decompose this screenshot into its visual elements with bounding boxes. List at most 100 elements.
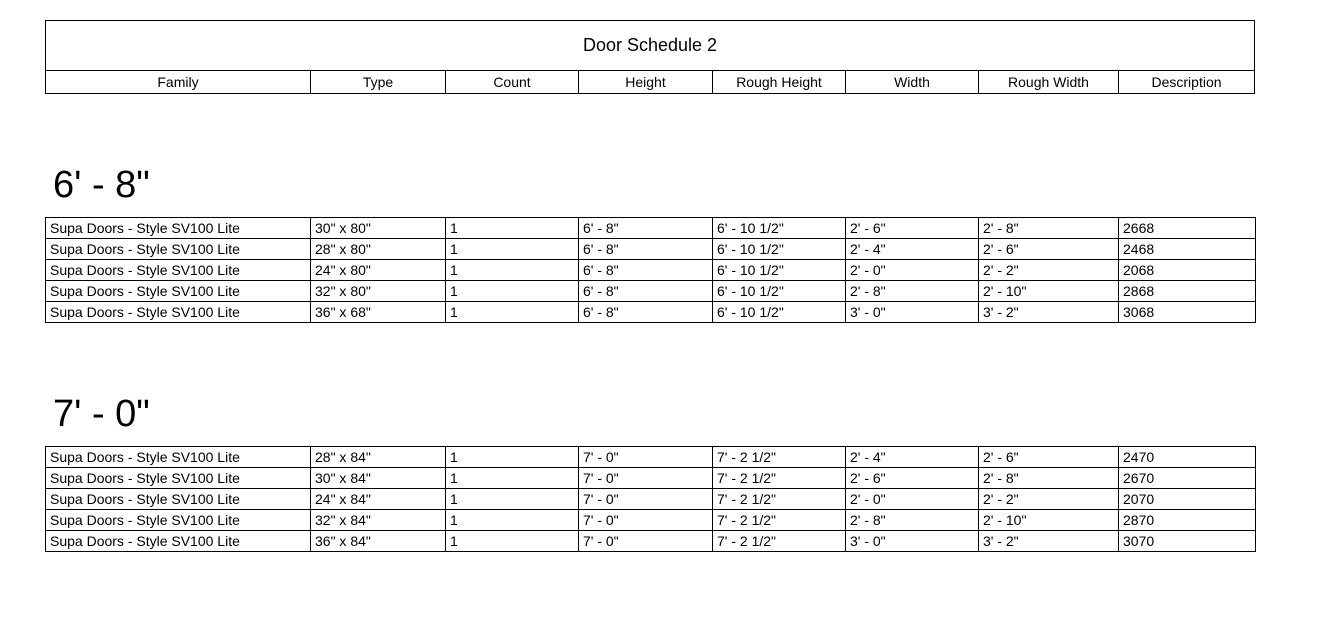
table-cell: 1 <box>446 531 579 552</box>
group-heading: 7' - 0" <box>45 393 1286 436</box>
table-cell: 28" x 80" <box>311 239 446 260</box>
table-cell: 2' - 8" <box>979 468 1119 489</box>
table-cell: 6' - 8" <box>579 239 713 260</box>
table-cell: 7' - 0" <box>579 489 713 510</box>
table-cell: 7' - 2 1/2" <box>713 447 846 468</box>
table-cell: 28" x 84" <box>311 447 446 468</box>
table-cell: 2470 <box>1119 447 1256 468</box>
table-cell: 7' - 0" <box>579 447 713 468</box>
table-row: Supa Doors - Style SV100 Lite36" x 84"1 7… <box>46 531 1256 552</box>
col-header-family: Family <box>46 71 311 93</box>
table-cell: Supa Doors - Style SV100 Lite <box>46 489 311 510</box>
table-cell: 7' - 2 1/2" <box>713 489 846 510</box>
data-table: Supa Doors - Style SV100 Lite30" x 80"16… <box>45 217 1256 323</box>
table-cell: 1 <box>446 218 579 239</box>
table-cell: Supa Doors - Style SV100 Lite <box>46 447 311 468</box>
table-cell: 7' - 0" <box>579 510 713 531</box>
table-cell: 6' - 8" <box>579 302 713 323</box>
table-cell: 2' - 6" <box>979 447 1119 468</box>
group-heading: 6' - 8" <box>45 164 1286 207</box>
table-cell: 2' - 8" <box>846 510 979 531</box>
table-row: Supa Doors - Style SV100 Lite30" x 84"17… <box>46 468 1256 489</box>
table-cell: 1 <box>446 281 579 302</box>
table-cell: 7' - 2 1/2" <box>713 468 846 489</box>
table-cell: 3' - 2" <box>979 531 1119 552</box>
table-cell: 1 <box>446 489 579 510</box>
table-cell: 6' - 8" <box>579 260 713 281</box>
table-cell: 2' - 0" <box>846 260 979 281</box>
table-cell: 2' - 10" <box>979 281 1119 302</box>
table-cell: 32" x 84" <box>311 510 446 531</box>
column-headers: Family Type Count Height Rough Height Wi… <box>46 71 1254 93</box>
col-header-count: Count <box>446 71 579 93</box>
data-table: Supa Doors - Style SV100 Lite28" x 84"17… <box>45 446 1256 552</box>
table-cell: 7' - 0" <box>579 468 713 489</box>
table-row: Supa Doors - Style SV100 Lite28" x 84"17… <box>46 447 1256 468</box>
table-cell: 6' - 10 1/2" <box>713 281 846 302</box>
table-cell: Supa Doors - Style SV100 Lite <box>46 281 311 302</box>
table-cell: 2' - 6" <box>846 218 979 239</box>
col-header-width: Width <box>846 71 979 93</box>
table-row: Supa Doors - Style SV100 Lite28" x 80"16… <box>46 239 1256 260</box>
schedule-group: 7' - 0"Supa Doors - Style SV100 Lite28" … <box>45 393 1286 552</box>
table-cell: 2' - 6" <box>846 468 979 489</box>
table-cell: 3' - 2" <box>979 302 1119 323</box>
table-cell: 1 <box>446 510 579 531</box>
schedule-body: 6' - 8"Supa Doors - Style SV100 Lite30" … <box>45 164 1286 552</box>
table-cell: 2' - 2" <box>979 260 1119 281</box>
schedule-header: Door Schedule 2 Family Type Count Height… <box>45 20 1255 94</box>
table-cell: 1 <box>446 302 579 323</box>
table-cell: 6' - 10 1/2" <box>713 302 846 323</box>
table-cell: 2668 <box>1119 218 1256 239</box>
table-cell: 7' - 2 1/2" <box>713 531 846 552</box>
table-cell: 2868 <box>1119 281 1256 302</box>
table-cell: 6' - 10 1/2" <box>713 239 846 260</box>
table-cell: 6' - 8" <box>579 218 713 239</box>
table-row: Supa Doors - Style SV100 Lite30" x 80"16… <box>46 218 1256 239</box>
table-cell: 30" x 80" <box>311 218 446 239</box>
table-cell: Supa Doors - Style SV100 Lite <box>46 218 311 239</box>
table-cell: Supa Doors - Style SV100 Lite <box>46 239 311 260</box>
table-cell: 2870 <box>1119 510 1256 531</box>
table-cell: 2670 <box>1119 468 1256 489</box>
table-cell: Supa Doors - Style SV100 Lite <box>46 510 311 531</box>
table-cell: 2' - 8" <box>979 218 1119 239</box>
table-cell: 36" x 68" <box>311 302 446 323</box>
table-cell: 1 <box>446 239 579 260</box>
table-cell: 2070 <box>1119 489 1256 510</box>
table-cell: 2' - 6" <box>979 239 1119 260</box>
table-cell: 1 <box>446 260 579 281</box>
col-header-rough-height: Rough Height <box>713 71 846 93</box>
schedule-title: Door Schedule 2 <box>46 21 1254 71</box>
col-header-height: Height <box>579 71 713 93</box>
table-cell: Supa Doors - Style SV100 Lite <box>46 260 311 281</box>
table-cell: 3' - 0" <box>846 302 979 323</box>
table-cell: 2' - 4" <box>846 447 979 468</box>
table-cell: 3' - 0" <box>846 531 979 552</box>
table-row: Supa Doors - Style SV100 Lite24" x 84"17… <box>46 489 1256 510</box>
table-row: Supa Doors - Style SV100 Lite32" x 80"16… <box>46 281 1256 302</box>
table-row: Supa Doors - Style SV100 Lite36" x 68"16… <box>46 302 1256 323</box>
table-cell: Supa Doors - Style SV100 Lite <box>46 531 311 552</box>
col-header-rough-width: Rough Width <box>979 71 1119 93</box>
table-cell: 2' - 0" <box>846 489 979 510</box>
table-cell: 6' - 8" <box>579 281 713 302</box>
col-header-type: Type <box>311 71 446 93</box>
table-cell: 2468 <box>1119 239 1256 260</box>
table-cell: 2' - 4" <box>846 239 979 260</box>
table-cell: 3070 <box>1119 531 1256 552</box>
table-cell: 1 <box>446 468 579 489</box>
table-cell: 32" x 80" <box>311 281 446 302</box>
table-cell: 3068 <box>1119 302 1256 323</box>
table-cell: 2' - 10" <box>979 510 1119 531</box>
table-cell: 2068 <box>1119 260 1256 281</box>
table-cell: 2' - 2" <box>979 489 1119 510</box>
col-header-description: Description <box>1119 71 1254 93</box>
table-row: Supa Doors - Style SV100 Lite32" x 84"17… <box>46 510 1256 531</box>
table-cell: 2' - 8" <box>846 281 979 302</box>
table-cell: 24" x 80" <box>311 260 446 281</box>
table-cell: 7' - 2 1/2" <box>713 510 846 531</box>
table-cell: 6' - 10 1/2" <box>713 218 846 239</box>
table-cell: Supa Doors - Style SV100 Lite <box>46 302 311 323</box>
table-cell: 36" x 84" <box>311 531 446 552</box>
